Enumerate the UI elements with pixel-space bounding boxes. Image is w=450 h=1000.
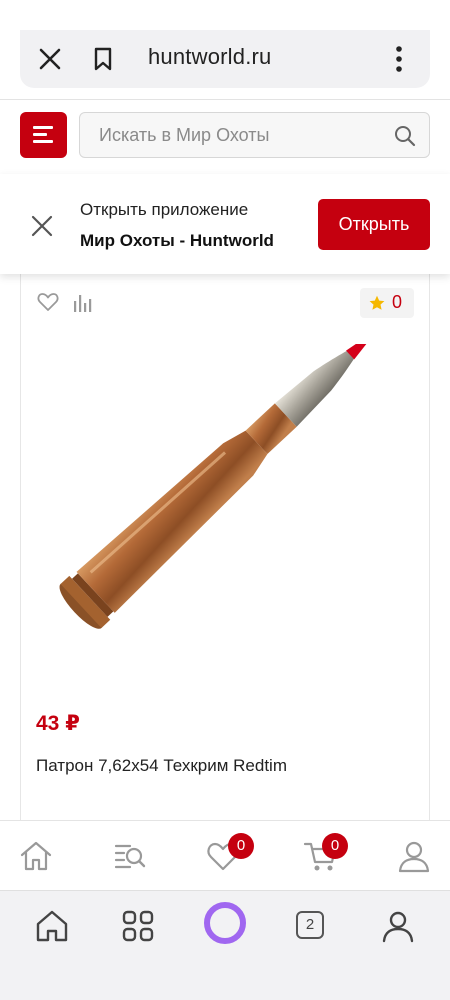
banner-text: Открыть приложение [80, 200, 249, 219]
alice-icon[interactable] [204, 902, 246, 944]
tabs-icon[interactable]: 2 [293, 908, 329, 944]
product-title[interactable]: Патрон 7,62x54 Техкрим Redtim [36, 756, 287, 776]
product-card[interactable]: 0 43 ₽ Патрон 7,62x54 Техкрим Redtim [20, 274, 430, 834]
tabs-count: 2 [296, 911, 324, 939]
banner-app-name: Мир Охоты - Huntworld [80, 231, 274, 250]
star-icon [369, 295, 385, 310]
heart-outline-icon[interactable] [37, 292, 59, 312]
product-price: 43 ₽ [36, 712, 80, 735]
search-input[interactable]: Искать в Мир Охоты [79, 112, 430, 158]
menu-button[interactable] [20, 112, 67, 158]
bookmark-icon[interactable] [92, 47, 114, 71]
compare-icon[interactable] [72, 293, 94, 313]
product-image[interactable] [39, 344, 419, 674]
home-icon[interactable] [18, 838, 54, 874]
url-text[interactable]: huntworld.ru [148, 44, 271, 70]
search-placeholder: Искать в Мир Охоты [99, 125, 270, 145]
rating-value: 0 [392, 292, 403, 312]
site-bottom-nav: 0 0 [0, 820, 450, 890]
user-icon[interactable] [396, 838, 432, 874]
close-icon[interactable] [37, 46, 63, 72]
profile-icon[interactable] [380, 908, 416, 944]
browser-bottom-nav: 2 [0, 890, 450, 1000]
rating-badge: 0 [360, 288, 414, 318]
home-icon[interactable] [34, 908, 70, 944]
catalog-search-icon[interactable] [112, 838, 148, 874]
open-app-button[interactable]: Открыть [318, 199, 430, 250]
close-icon[interactable] [30, 214, 54, 238]
cart-count-badge: 0 [322, 833, 348, 859]
open-app-banner: Открыть приложение Мир Охоты - Huntworld… [0, 174, 450, 274]
apps-grid-icon[interactable] [120, 908, 156, 944]
more-vertical-icon[interactable] [392, 44, 406, 74]
search-icon[interactable] [393, 124, 417, 148]
favorites-count-badge: 0 [228, 833, 254, 859]
divider [0, 99, 450, 100]
